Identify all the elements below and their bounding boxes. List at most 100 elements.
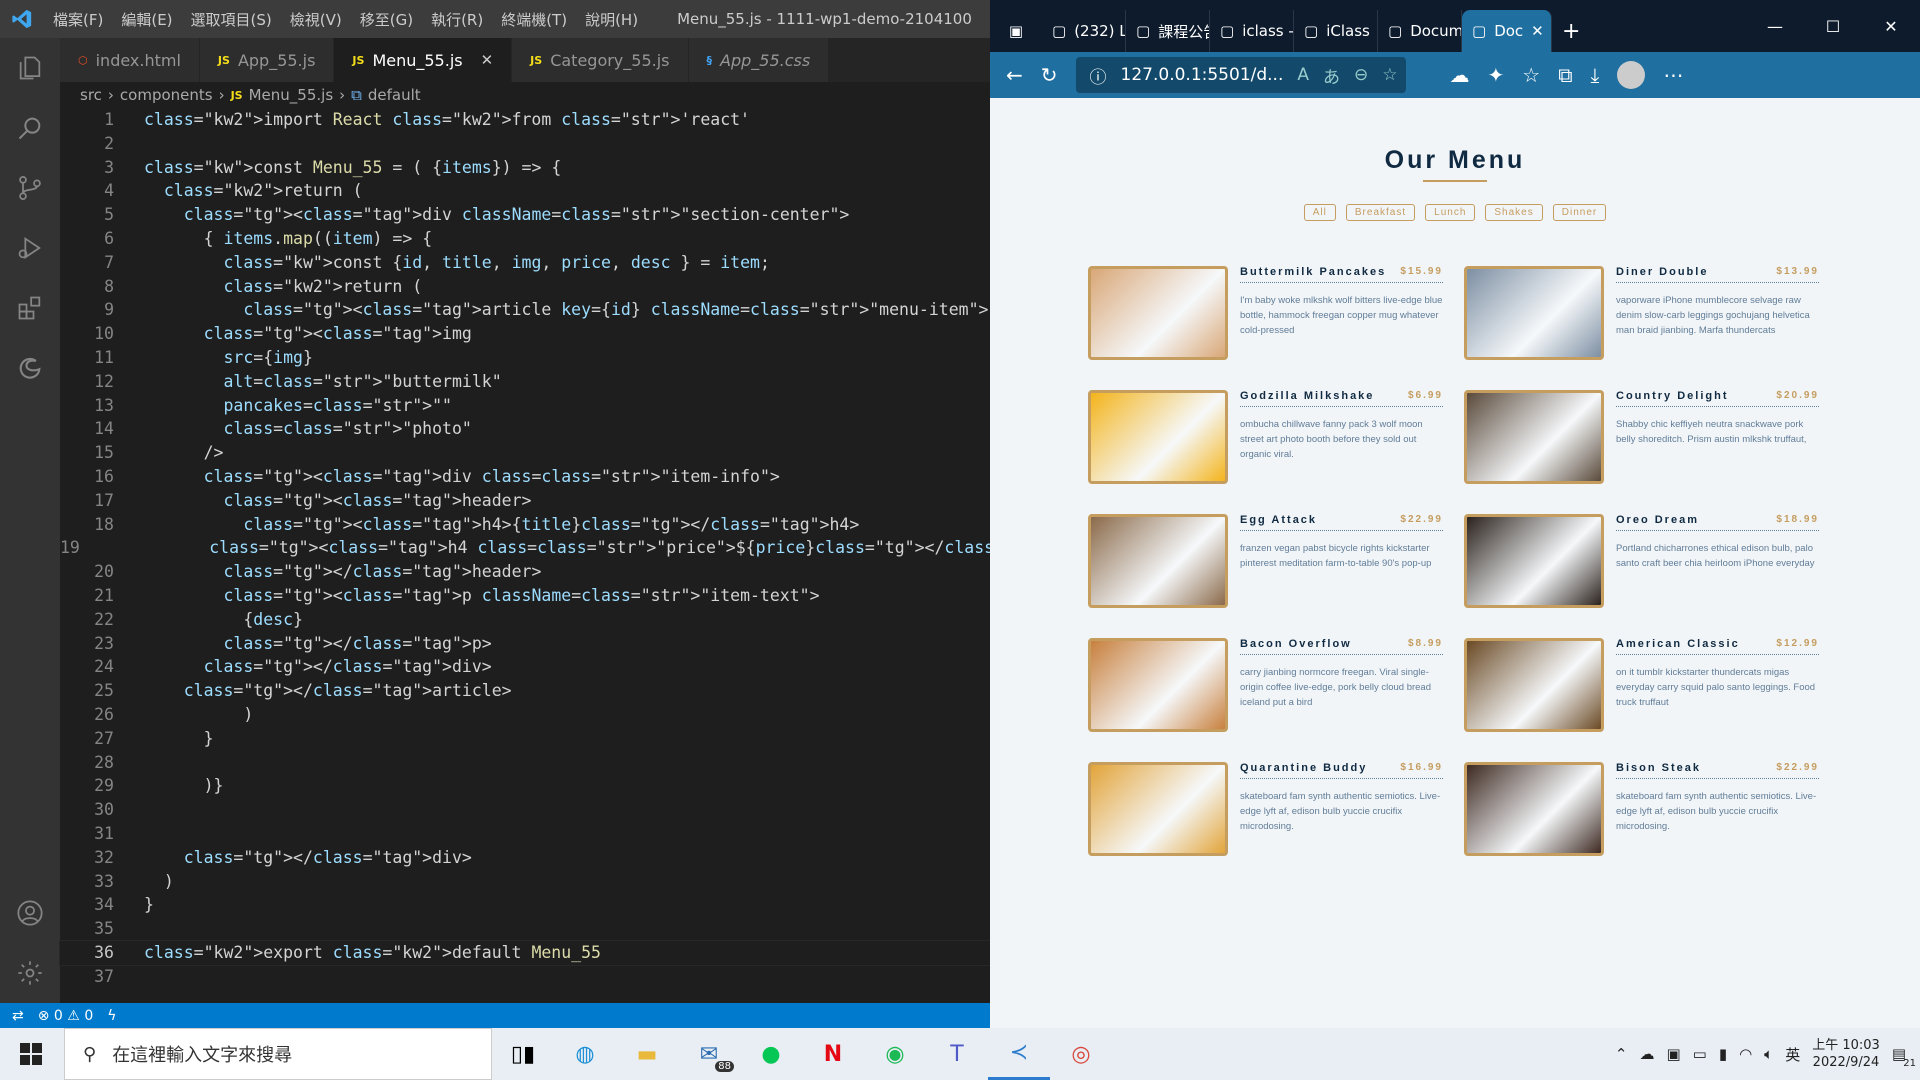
- settings-gear-icon[interactable]: [0, 943, 60, 1003]
- code-line[interactable]: 7 class="kw">const {id, title, img, pric…: [60, 251, 990, 275]
- breadcrumb-components[interactable]: components: [120, 86, 213, 104]
- minimize-icon[interactable]: —: [1746, 17, 1804, 36]
- ime-indicator[interactable]: 英: [1785, 1044, 1800, 1065]
- extensions-puzzle-icon[interactable]: ✦: [1488, 63, 1505, 87]
- code-line[interactable]: 25 class="tg"></class="tag">article>: [60, 679, 990, 703]
- read-aloud-icon[interactable]: A: [1297, 65, 1309, 85]
- file-explorer-icon[interactable]: ▬: [616, 1028, 678, 1080]
- battery-icon[interactable]: ▮: [1719, 1045, 1727, 1063]
- problems-indicator[interactable]: ⊗ 0 ⚠ 0: [38, 1008, 94, 1024]
- search-icon[interactable]: [0, 98, 60, 158]
- info-icon[interactable]: ⓘ: [1090, 63, 1107, 88]
- menu-item[interactable]: 終端機(T): [492, 9, 576, 30]
- code-line[interactable]: 5 class="tg"><class="tag">div className=…: [60, 203, 990, 227]
- code-line[interactable]: 12 alt=class="str">"buttermilk": [60, 370, 990, 394]
- wifi-icon[interactable]: ◠: [1739, 1045, 1752, 1063]
- maximize-icon[interactable]: ☐: [1804, 17, 1862, 36]
- new-tab-icon[interactable]: +: [1552, 10, 1590, 52]
- menu-item[interactable]: 移至(G): [351, 9, 422, 30]
- clock[interactable]: 上午 10:03 2022/9/24: [1812, 1037, 1880, 1071]
- lightning-icon[interactable]: ϟ: [107, 1008, 116, 1024]
- code-line[interactable]: 8 class="kw2">return (: [60, 275, 990, 299]
- webcam-icon[interactable]: ▣: [1666, 1045, 1680, 1063]
- browser-tab[interactable]: ▢ Docume: [1378, 10, 1462, 52]
- code-line[interactable]: 32 class="tg"></class="tag">div>: [60, 846, 990, 870]
- code-line[interactable]: 22 {desc}: [60, 608, 990, 632]
- code-line[interactable]: 17 class="tg"><class="tag">header>: [60, 489, 990, 513]
- code-line[interactable]: 11 src={img}: [60, 346, 990, 370]
- code-line[interactable]: 34}: [60, 893, 990, 917]
- notification-icon[interactable]: ▤ 21: [1892, 1045, 1916, 1069]
- code-line[interactable]: 19 class="tg"><class="tag">h4 class=clas…: [60, 536, 1093, 560]
- code-line[interactable]: 20 class="tg"></class="tag">header>: [60, 560, 990, 584]
- tab-file[interactable]: JS Category_55.js: [512, 38, 689, 82]
- teams-app-icon[interactable]: T: [926, 1028, 988, 1080]
- code-line[interactable]: 31: [60, 822, 990, 846]
- code-line[interactable]: 37: [60, 965, 990, 989]
- tab-file[interactable]: JS Menu_55.js ✕: [334, 38, 513, 82]
- url-field[interactable]: ⓘ 127.0.0.1:5501/d... A あ ⊖ ☆: [1075, 57, 1406, 93]
- translate-icon[interactable]: あ: [1323, 63, 1340, 88]
- display-icon[interactable]: ▭: [1693, 1045, 1707, 1063]
- vscode-app-icon[interactable]: ≺: [988, 1028, 1050, 1080]
- onedrive-icon[interactable]: ☁: [1639, 1045, 1654, 1063]
- menu-item[interactable]: 檔案(F): [44, 9, 112, 30]
- collections-icon[interactable]: ⧉: [1558, 63, 1572, 87]
- windows-start-icon[interactable]: [0, 1028, 62, 1080]
- mail-app-icon[interactable]: ✉ 88: [678, 1028, 740, 1080]
- code-line[interactable]: 27 }: [60, 727, 990, 751]
- code-line[interactable]: 29 )}: [60, 774, 990, 798]
- browser-tab[interactable]: ▢ iClass: [1294, 10, 1378, 52]
- downloads-icon[interactable]: ⤓: [1591, 63, 1600, 87]
- taskbar-search[interactable]: ⚲ 在這裡輸入文字來搜尋: [64, 1028, 492, 1080]
- extensions-icon[interactable]: [0, 278, 60, 338]
- code-line[interactable]: 24 class="tg"></class="tag">div>: [60, 655, 990, 679]
- remote-icon[interactable]: ⇄: [12, 1008, 24, 1024]
- spotify-app-icon[interactable]: ◉: [864, 1028, 926, 1080]
- code-line[interactable]: 16 class="tg"><class="tag">div class=cla…: [60, 465, 990, 489]
- code-line[interactable]: 6 { items.map((item) => {: [60, 227, 990, 251]
- explorer-icon[interactable]: [0, 38, 60, 98]
- code-line[interactable]: 14 class=class="str">"photo": [60, 417, 990, 441]
- code-line[interactable]: 15 />: [60, 441, 990, 465]
- filter-button[interactable]: Shakes: [1485, 204, 1543, 221]
- browser-tab[interactable]: ▢ iclass -: [1210, 10, 1294, 52]
- breadcrumb-symbol[interactable]: default: [368, 86, 421, 104]
- profile-avatar[interactable]: [1617, 61, 1646, 89]
- close-tab-icon[interactable]: ✕: [1531, 22, 1544, 40]
- favorite-add-icon[interactable]: ☆: [1382, 65, 1397, 85]
- more-icon[interactable]: ⋯: [1663, 63, 1683, 87]
- filter-button[interactable]: Breakfast: [1345, 204, 1416, 221]
- filter-button[interactable]: Dinner: [1552, 204, 1607, 221]
- browser-tab[interactable]: ▢ (232) Le: [1042, 10, 1126, 52]
- breadcrumb-file[interactable]: Menu_55.js: [249, 86, 334, 104]
- code-line[interactable]: 4 class="kw2">return (: [60, 179, 990, 203]
- zoom-icon[interactable]: ⊖: [1354, 65, 1368, 85]
- source-control-icon[interactable]: [0, 158, 60, 218]
- code-line[interactable]: 30: [60, 798, 990, 822]
- tab-file[interactable]: § App_55.css: [688, 38, 830, 82]
- account-icon[interactable]: [0, 883, 60, 943]
- code-line[interactable]: 10 class="tg"><class="tag">img: [60, 322, 990, 346]
- code-line[interactable]: 21 class="tg"><class="tag">p className=c…: [60, 584, 990, 608]
- chevron-up-icon[interactable]: ⌃: [1615, 1045, 1628, 1063]
- chrome-app-icon[interactable]: ◎: [1050, 1028, 1112, 1080]
- filter-button[interactable]: Lunch: [1425, 204, 1476, 221]
- favorites-icon[interactable]: ☆: [1522, 63, 1540, 87]
- code-editor[interactable]: 1 class="kw2">import React class="kw2">fr…: [59, 108, 1093, 1003]
- back-icon[interactable]: ←: [1006, 63, 1023, 87]
- tab-file[interactable]: ⬡ index.html: [60, 38, 200, 82]
- breadcrumb-src[interactable]: src: [80, 86, 102, 104]
- volume-icon[interactable]: 🔈︎: [1764, 1045, 1773, 1063]
- code-line[interactable]: 36 class="kw2">export class="kw2">default…: [59, 939, 991, 966]
- run-debug-icon[interactable]: [0, 218, 60, 278]
- netflix-app-icon[interactable]: N: [802, 1028, 864, 1080]
- extension-cloud-icon[interactable]: ☁: [1450, 63, 1470, 87]
- code-line[interactable]: 18 class="tg"><class="tag">h4>{title}cla…: [60, 513, 990, 537]
- browser-tab[interactable]: ▢ 課程公告: [1126, 10, 1210, 52]
- code-line[interactable]: 33 ): [60, 870, 990, 894]
- code-line[interactable]: 13 pancakes=class="str">"": [60, 394, 990, 418]
- tab-file[interactable]: JS App_55.js: [199, 38, 335, 82]
- code-line[interactable]: 35: [60, 917, 990, 941]
- code-line[interactable]: 1 class="kw2">import React class="kw2">fr…: [60, 108, 990, 132]
